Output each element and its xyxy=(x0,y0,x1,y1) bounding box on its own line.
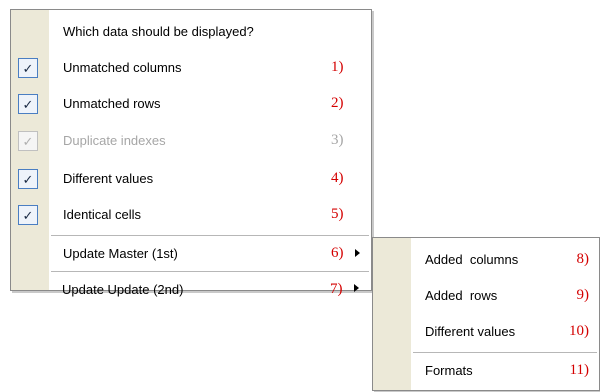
menu-item-label: Update Master (1st) xyxy=(63,245,178,261)
checkmark-icon: ✓ xyxy=(18,169,38,189)
annotation-number: 2) xyxy=(331,94,344,111)
menu-item-label: Unmatched columns xyxy=(63,59,182,75)
menu-item-label: Update Update (2nd) xyxy=(62,281,184,297)
annotation-number: 1) xyxy=(331,58,344,75)
update-submenu: Added columns 8) Added rows 9) Different… xyxy=(372,237,600,391)
menu-item-label: Identical cells xyxy=(63,206,142,222)
annotation-number: 5) xyxy=(331,205,344,222)
annotation-number: 9) xyxy=(576,286,590,303)
menu-header-label: Which data should be displayed? xyxy=(63,23,254,39)
annotation-number: 6) xyxy=(331,244,344,261)
menu-item-label: Different values xyxy=(425,323,516,339)
menu-item-identical-cells[interactable]: ✓ Identical cells 5) xyxy=(11,197,371,231)
menu-item-update-update-row[interactable]: Update Update (2nd) 7) xyxy=(10,271,370,307)
annotation-number: 11) xyxy=(569,361,589,378)
menu-item-different-values[interactable]: ✓ Different values 4) xyxy=(11,161,371,195)
menu-item-update-master[interactable]: Update Master (1st) 6) xyxy=(11,236,371,270)
menu-item-label: Different values xyxy=(63,170,154,186)
checkmark-icon: ✓ xyxy=(18,205,38,225)
annotation-number: 4) xyxy=(331,169,344,186)
menu-item-label: Duplicate indexes xyxy=(63,132,166,148)
submenu-arrow-icon xyxy=(354,284,359,292)
menu-header: Which data should be displayed? xyxy=(11,14,371,48)
checkmark-icon: ✓ xyxy=(18,94,38,114)
annotation-number: 8) xyxy=(576,250,590,267)
submenu-item-added-columns[interactable]: Added columns 8) xyxy=(373,242,599,276)
checkmark-icon: ✓ xyxy=(18,131,38,151)
annotation-number: 3) xyxy=(331,131,344,148)
menu-item-label: Unmatched rows xyxy=(63,95,161,111)
menu-item-unmatched-rows[interactable]: ✓ Unmatched rows 2) xyxy=(11,86,371,120)
annotation-number: 10) xyxy=(569,322,589,339)
submenu-item-added-rows[interactable]: Added rows 9) xyxy=(373,278,599,312)
menu-item-label: Added columns xyxy=(425,251,519,267)
submenu-item-formats[interactable]: Formats 11) xyxy=(373,353,599,387)
submenu-item-different-values[interactable]: Different values 10) xyxy=(373,314,599,348)
menu-item-unmatched-columns[interactable]: ✓ Unmatched columns 1) xyxy=(11,50,371,84)
display-options-menu: Which data should be displayed? ✓ Unmatc… xyxy=(10,9,372,291)
annotation-number: 7) xyxy=(330,280,343,297)
checkmark-icon: ✓ xyxy=(18,58,38,78)
menu-item-label: Formats xyxy=(425,362,473,378)
menu-item-label: Added rows xyxy=(425,287,498,303)
menu-item-duplicate-indexes: ✓ Duplicate indexes 3) xyxy=(11,123,371,157)
submenu-arrow-icon xyxy=(355,249,360,257)
